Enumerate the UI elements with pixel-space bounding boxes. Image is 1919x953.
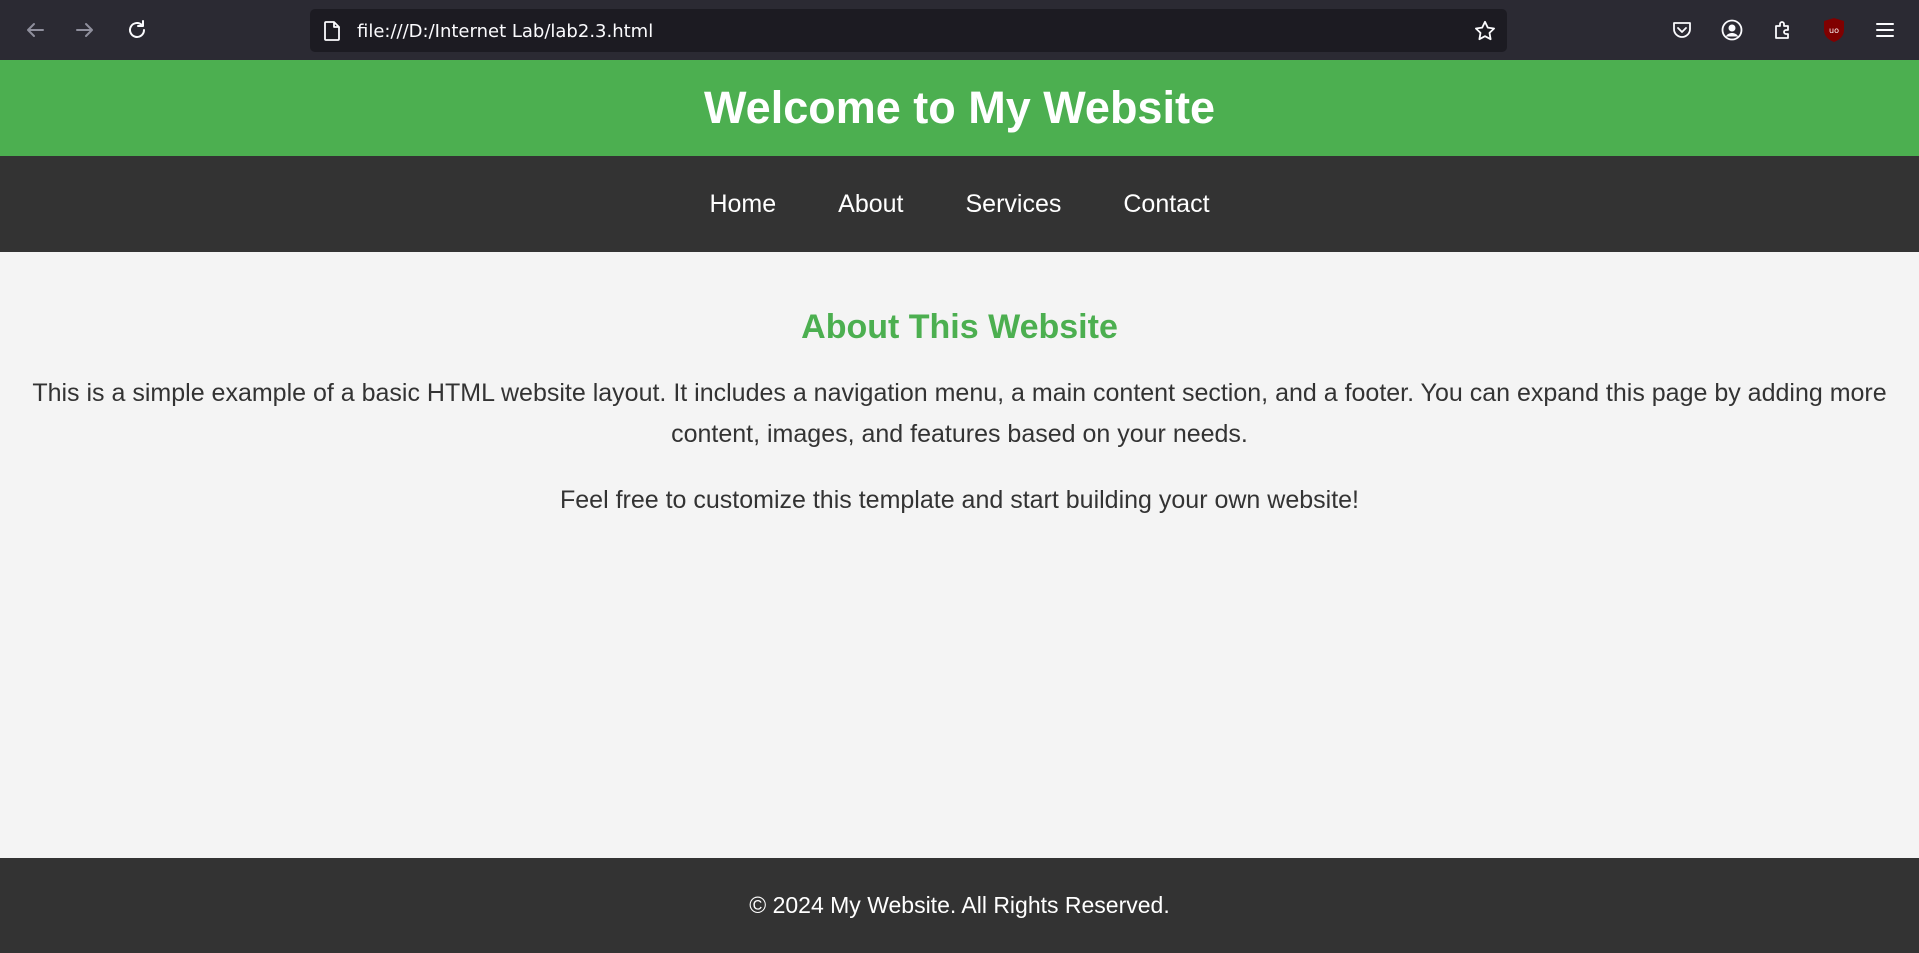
menu-icon[interactable] [1871,16,1899,44]
nav-link-about[interactable]: About [838,190,903,219]
site-footer: © 2024 My Website. All Rights Reserved. [0,858,1919,953]
extensions-icon[interactable] [1769,16,1797,44]
browser-toolbar: file:///D:/Internet Lab/lab2.3.html uo [0,0,1919,61]
pocket-icon[interactable] [1668,16,1696,44]
back-arrow-icon [27,23,44,37]
section-heading: About This Website [801,308,1118,346]
main-nav: Home About Services Contact [0,156,1919,252]
nav-link-home[interactable]: Home [709,190,776,219]
forward-button[interactable] [69,14,101,46]
ublock-icon[interactable]: uo [1820,16,1848,44]
reload-button[interactable] [121,14,153,46]
back-button[interactable] [19,14,51,46]
nav-link-contact[interactable]: Contact [1123,190,1209,219]
reload-icon [129,20,145,38]
address-bar[interactable]: file:///D:/Internet Lab/lab2.3.html [310,9,1507,52]
main-content: About This Website This is a simple exam… [0,252,1919,521]
site-header: Welcome to My Website [0,60,1919,156]
url-text[interactable]: file:///D:/Internet Lab/lab2.3.html [357,21,653,42]
nav-link-services[interactable]: Services [965,190,1061,219]
copyright-text: © 2024 My Website. All Rights Reserved. [749,892,1170,918]
intro-paragraph: This is a simple example of a basic HTML… [32,379,1887,448]
account-icon[interactable] [1718,16,1746,44]
page-icon [322,20,342,47]
ublock-badge: uo [1829,26,1839,35]
cta-paragraph: Feel free to customize this template and… [559,486,1359,514]
page-title: Welcome to My Website [704,82,1215,133]
forward-arrow-icon [76,23,93,37]
star-icon[interactable] [1473,19,1497,48]
